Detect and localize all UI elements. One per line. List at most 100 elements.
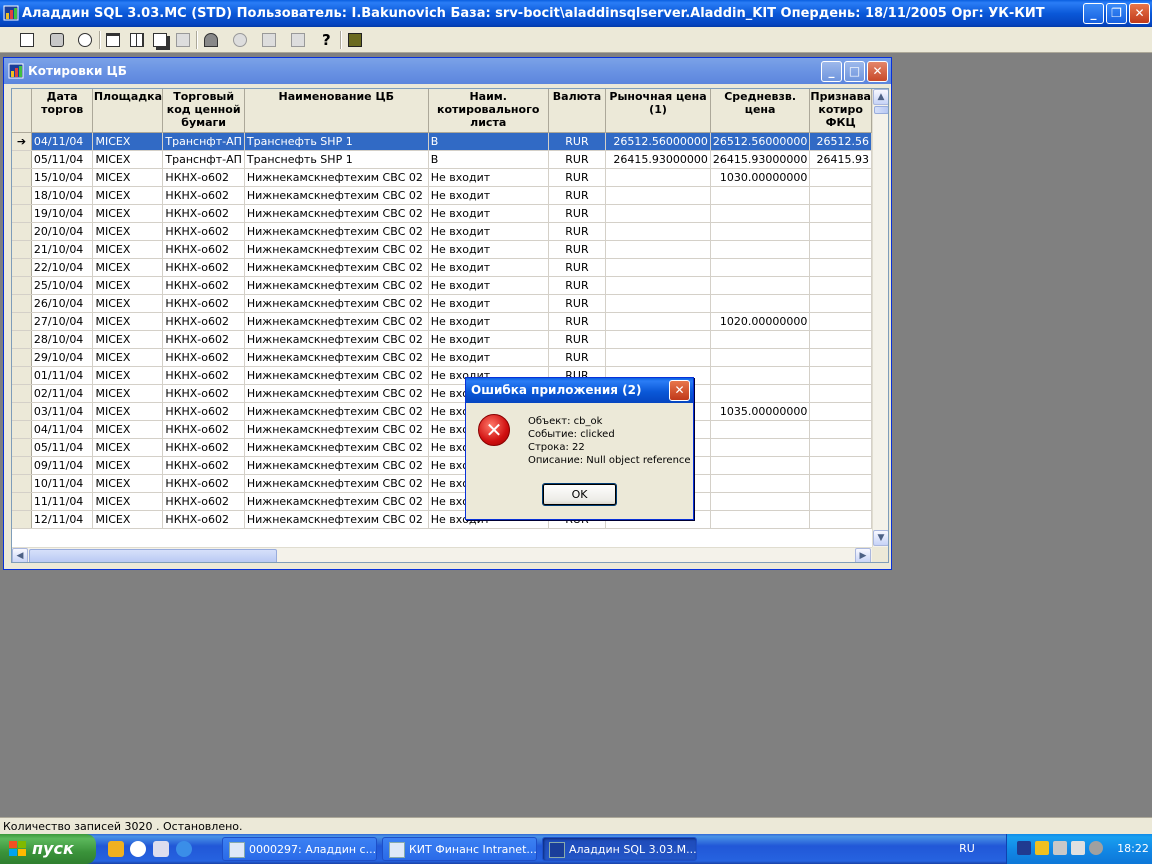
name-cell[interactable]: Нижнекамскнефтехим СВС 02 [244, 258, 429, 277]
column-header[interactable]: Валюта [548, 89, 607, 133]
column-header[interactable]: Средневзв. цена [710, 89, 811, 133]
code-cell[interactable]: НКНХ-о602 [162, 294, 245, 313]
avg-price-cell[interactable] [710, 492, 811, 511]
table-row[interactable]: 05/11/04 MICEX Транснфт-АП Транснефть SHP 1… [12, 150, 872, 169]
recognized-price-cell[interactable] [809, 384, 872, 403]
tool-help-button[interactable]: ? [316, 30, 338, 50]
column-header[interactable]: Рыночная цена (1) [605, 89, 711, 133]
market-price-cell[interactable] [605, 294, 711, 313]
avg-price-cell[interactable] [710, 348, 811, 367]
date-cell[interactable]: 10/11/04 [31, 474, 94, 493]
list-cell[interactable]: В [428, 150, 549, 169]
code-cell[interactable]: НКНХ-о602 [162, 366, 245, 385]
recognized-price-cell[interactable] [809, 420, 872, 439]
scroll-right-button[interactable]: ▶ [855, 548, 871, 562]
venue-cell[interactable]: MICEX [92, 366, 164, 385]
market-price-cell[interactable] [605, 312, 711, 331]
venue-cell[interactable]: MICEX [92, 276, 164, 295]
table-row[interactable]: 02/11/04 MICEX НКНХ-о602 Нижнекамскнефтехим… [12, 384, 872, 403]
list-cell[interactable]: Не входит [428, 330, 549, 349]
name-cell[interactable]: Нижнекамскнефтехим СВС 02 [244, 312, 429, 331]
avg-price-cell[interactable] [710, 240, 811, 259]
column-header[interactable]: Дата торгов [31, 89, 94, 133]
recognized-price-cell[interactable] [809, 366, 872, 385]
recognized-price-cell[interactable] [809, 492, 872, 511]
date-cell[interactable]: 15/10/04 [31, 168, 94, 187]
code-cell[interactable]: НКНХ-о602 [162, 420, 245, 439]
language-indicator[interactable]: RU [952, 834, 982, 864]
column-header[interactable]: Торговый код ценной бумаги [162, 89, 245, 133]
currency-cell[interactable]: RUR [548, 312, 607, 331]
avg-price-cell[interactable] [710, 474, 811, 493]
list-cell[interactable]: Не входит [428, 312, 549, 331]
code-cell[interactable]: НКНХ-о602 [162, 222, 245, 241]
date-cell[interactable]: 04/11/04 [31, 420, 94, 439]
row-indicator[interactable] [12, 456, 32, 475]
list-cell[interactable]: Не входит [428, 204, 549, 223]
avg-price-cell[interactable]: 1035.00000000 [710, 402, 811, 421]
row-indicator[interactable] [12, 438, 32, 457]
tray-clock-app-icon[interactable] [1035, 841, 1049, 855]
row-indicator[interactable] [12, 168, 32, 187]
table-row[interactable]: 19/10/04 MICEX НКНХ-о602 Нижнекамскнефтехим… [12, 204, 872, 223]
venue-cell[interactable]: MICEX [92, 312, 164, 331]
date-cell[interactable]: 03/11/04 [31, 402, 94, 421]
row-indicator[interactable] [12, 366, 32, 385]
task-button-0[interactable]: 0000297: Аладдин с... [222, 837, 377, 861]
recognized-price-cell[interactable] [809, 312, 872, 331]
quotes-maximize-button[interactable]: □ [844, 61, 865, 82]
code-cell[interactable]: НКНХ-о602 [162, 186, 245, 205]
table-row[interactable]: 09/11/04 MICEX НКНХ-о602 Нижнекамскнефтехим… [12, 456, 872, 475]
quicklaunch-desktop-icon[interactable] [153, 841, 169, 857]
row-indicator[interactable] [12, 474, 32, 493]
code-cell[interactable]: НКНХ-о602 [162, 330, 245, 349]
code-cell[interactable]: Транснфт-АП [162, 150, 245, 169]
quicklaunch-aladdin-icon[interactable] [108, 841, 124, 857]
avg-price-cell[interactable] [710, 510, 811, 529]
code-cell[interactable]: НКНХ-о602 [162, 276, 245, 295]
currency-cell[interactable]: RUR [548, 240, 607, 259]
code-cell[interactable]: НКНХ-о602 [162, 438, 245, 457]
table-row[interactable]: 05/11/04 MICEX НКНХ-о602 Нижнекамскнефтехим… [12, 438, 872, 457]
market-price-cell[interactable] [605, 240, 711, 259]
error-dialog-close-button[interactable]: ✕ [669, 380, 690, 401]
table-row[interactable]: 26/10/04 MICEX НКНХ-о602 Нижнекамскнефтехим… [12, 294, 872, 313]
venue-cell[interactable]: MICEX [92, 330, 164, 349]
date-cell[interactable]: 22/10/04 [31, 258, 94, 277]
start-button[interactable]: пуск [0, 834, 96, 864]
list-cell[interactable]: Не входит [428, 294, 549, 313]
avg-price-cell[interactable] [710, 384, 811, 403]
avg-price-cell[interactable]: 1020.00000000 [710, 312, 811, 331]
name-cell[interactable]: Нижнекамскнефтехим СВС 02 [244, 348, 429, 367]
column-header[interactable]: Площадка [92, 89, 164, 133]
code-cell[interactable]: НКНХ-о602 [162, 492, 245, 511]
row-indicator[interactable] [12, 402, 32, 421]
table-row[interactable]: 12/11/04 MICEX НКНХ-о602 Нижнекамскнефтехим… [12, 510, 872, 529]
avg-price-cell[interactable] [710, 186, 811, 205]
venue-cell[interactable]: MICEX [92, 168, 164, 187]
name-cell[interactable]: Нижнекамскнефтехим СВС 02 [244, 330, 429, 349]
venue-cell[interactable]: MICEX [92, 474, 164, 493]
row-indicator[interactable] [12, 348, 32, 367]
venue-cell[interactable]: MICEX [92, 402, 164, 421]
currency-cell[interactable]: RUR [548, 294, 607, 313]
row-indicator[interactable] [12, 510, 32, 529]
venue-cell[interactable]: MICEX [92, 294, 164, 313]
avg-price-cell[interactable] [710, 294, 811, 313]
tool-cascade-button[interactable] [149, 30, 171, 50]
code-cell[interactable]: НКНХ-о602 [162, 510, 245, 529]
code-cell[interactable]: НКНХ-о602 [162, 168, 245, 187]
code-cell[interactable]: НКНХ-о602 [162, 474, 245, 493]
table-row[interactable]: 22/10/04 MICEX НКНХ-о602 Нижнекамскнефтехим… [12, 258, 872, 277]
tray-network-icon[interactable] [1017, 841, 1031, 855]
currency-cell[interactable]: RUR [548, 204, 607, 223]
recognized-price-cell[interactable] [809, 168, 872, 187]
scroll-up-button[interactable]: ▲ [873, 89, 888, 105]
market-price-cell[interactable]: 26512.56000000 [605, 132, 711, 151]
name-cell[interactable]: Нижнекамскнефтехим СВС 02 [244, 438, 429, 457]
row-indicator[interactable] [12, 222, 32, 241]
tool-window-button[interactable] [102, 30, 124, 50]
currency-cell[interactable]: RUR [548, 132, 607, 151]
tray-clock[interactable]: 18:22 [1113, 834, 1152, 864]
row-indicator[interactable] [12, 294, 32, 313]
